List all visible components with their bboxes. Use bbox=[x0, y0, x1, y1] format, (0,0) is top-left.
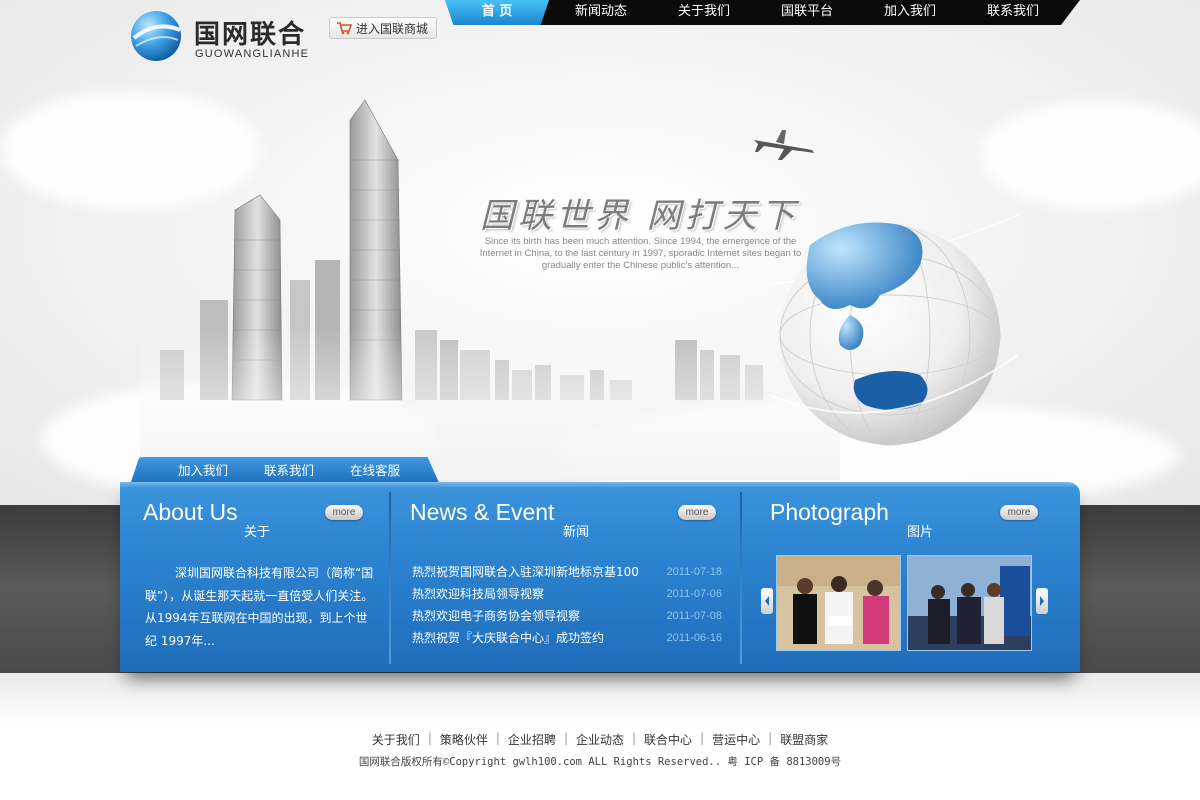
footer-link-about[interactable]: 关于我们 bbox=[364, 731, 428, 748]
news-item-title[interactable]: 热烈欢迎电子商务协会领导视察 bbox=[412, 607, 580, 629]
news-item[interactable]: 热烈欢迎科技局领导视察 2011-07-06 bbox=[412, 585, 722, 607]
about-more-button[interactable]: more bbox=[325, 505, 363, 520]
news-more-button[interactable]: more bbox=[678, 505, 716, 520]
site-logo[interactable]: 国网联合 GUOWANGLIANHE bbox=[128, 8, 328, 68]
footer-link-center[interactable]: 联合中心 bbox=[636, 731, 700, 748]
city-skyline-image bbox=[140, 100, 840, 480]
copyright-text: 国网联合版权所有©Copyright gwlh100.com ALL Right… bbox=[358, 756, 842, 768]
chevron-left-icon bbox=[765, 596, 769, 606]
news-title-cn: 新闻 bbox=[563, 525, 590, 540]
subtab-contact-us[interactable]: 联系我们 bbox=[246, 457, 332, 485]
meeting-photo-image bbox=[908, 556, 1031, 650]
globe-logo-icon bbox=[131, 11, 181, 61]
group-photo-image bbox=[777, 556, 900, 650]
news-item-title[interactable]: 热烈祝贺国网联合入驻深圳新地标京基100 bbox=[412, 563, 639, 585]
section-divider bbox=[389, 492, 391, 664]
news-item-date: 2011-07-08 bbox=[666, 610, 722, 622]
news-list: 热烈祝贺国网联合入驻深圳新地标京基100 2011-07-18 热烈欢迎科技局领… bbox=[412, 563, 722, 651]
shop-entry-label: 进入国联商城 bbox=[356, 21, 429, 36]
cart-icon bbox=[337, 22, 352, 35]
about-title: About Us bbox=[143, 499, 238, 525]
nav-item-contact[interactable]: 联系我们 bbox=[961, 0, 1065, 25]
news-item[interactable]: 热烈欢迎电子商务协会领导视察 2011-07-08 bbox=[412, 607, 722, 629]
earth-globe-image bbox=[769, 214, 1019, 446]
footer-link-operations[interactable]: 营运中心 bbox=[704, 731, 768, 748]
news-item[interactable]: 热烈祝贺『大庆联合中心』成功签约 2011-06-16 bbox=[412, 629, 722, 651]
photo-more-button[interactable]: more bbox=[1000, 505, 1038, 520]
nav-item-join[interactable]: 加入我们 bbox=[859, 0, 961, 25]
news-title: News & Event bbox=[410, 499, 555, 525]
panel-highlight bbox=[120, 482, 1080, 488]
about-title-cn: 关于 bbox=[244, 525, 271, 540]
cloud bbox=[980, 100, 1200, 210]
about-text: 深圳国网联合科技有限公司（简称“国联”），从诞生那天起就一直倍受人们关注。从19… bbox=[145, 566, 374, 648]
photo-prev-button[interactable] bbox=[761, 588, 773, 614]
logo-name-cn: 国网联合 bbox=[194, 20, 307, 50]
photo-title-cn: 图片 bbox=[907, 525, 934, 540]
nav-item-platform[interactable]: 国联平台 bbox=[755, 0, 859, 25]
photo-thumbnail[interactable] bbox=[776, 555, 901, 651]
news-item-date: 2011-07-18 bbox=[666, 566, 722, 578]
news-item-title[interactable]: 热烈祝贺『大庆联合中心』成功签约 bbox=[412, 629, 604, 651]
top-nav: 首 页 新闻动态 关于我们 国联平台 加入我们 联系我们 bbox=[445, 0, 1065, 25]
photo-thumbnail[interactable] bbox=[907, 555, 1032, 651]
news-item[interactable]: 热烈祝贺国网联合入驻深圳新地标京基100 2011-07-18 bbox=[412, 563, 722, 585]
logo-name-en: GUOWANGLIANHE bbox=[195, 48, 310, 60]
nav-item-news[interactable]: 新闻动态 bbox=[549, 0, 653, 25]
photo-next-button[interactable] bbox=[1036, 588, 1048, 614]
footer-link-jobs[interactable]: 企业招聘 bbox=[500, 731, 564, 748]
footer-link-merchants[interactable]: 联盟商家 bbox=[772, 731, 836, 748]
news-item-title[interactable]: 热烈欢迎科技局领导视察 bbox=[412, 585, 544, 607]
nav-item-about[interactable]: 关于我们 bbox=[653, 0, 755, 25]
footer-links: 关于我们 | 策略伙伴 | 企业招聘 | 企业动态 | 联合中心 | 营运中心 … bbox=[0, 731, 1200, 748]
news-item-date: 2011-06-16 bbox=[666, 632, 722, 644]
shop-entry-button[interactable]: 进入国联商城 bbox=[329, 17, 437, 39]
subtab-join-us[interactable]: 加入我们 bbox=[160, 457, 246, 485]
news-item-date: 2011-07-06 bbox=[666, 588, 722, 600]
photo-title: Photograph bbox=[770, 499, 889, 525]
footer-link-partners[interactable]: 策略伙伴 bbox=[432, 731, 496, 748]
nav-item-home[interactable]: 首 页 bbox=[445, 0, 549, 25]
sub-tabs: 加入我们 联系我们 在线客服 bbox=[160, 457, 418, 485]
footer-link-company-news[interactable]: 企业动态 bbox=[568, 731, 632, 748]
subtab-online-service[interactable]: 在线客服 bbox=[332, 457, 418, 485]
section-divider bbox=[740, 492, 742, 664]
hero-subtext: Since its birth has been much attention.… bbox=[479, 236, 802, 271]
airplane-icon bbox=[754, 130, 814, 160]
chevron-right-icon bbox=[1040, 596, 1044, 606]
